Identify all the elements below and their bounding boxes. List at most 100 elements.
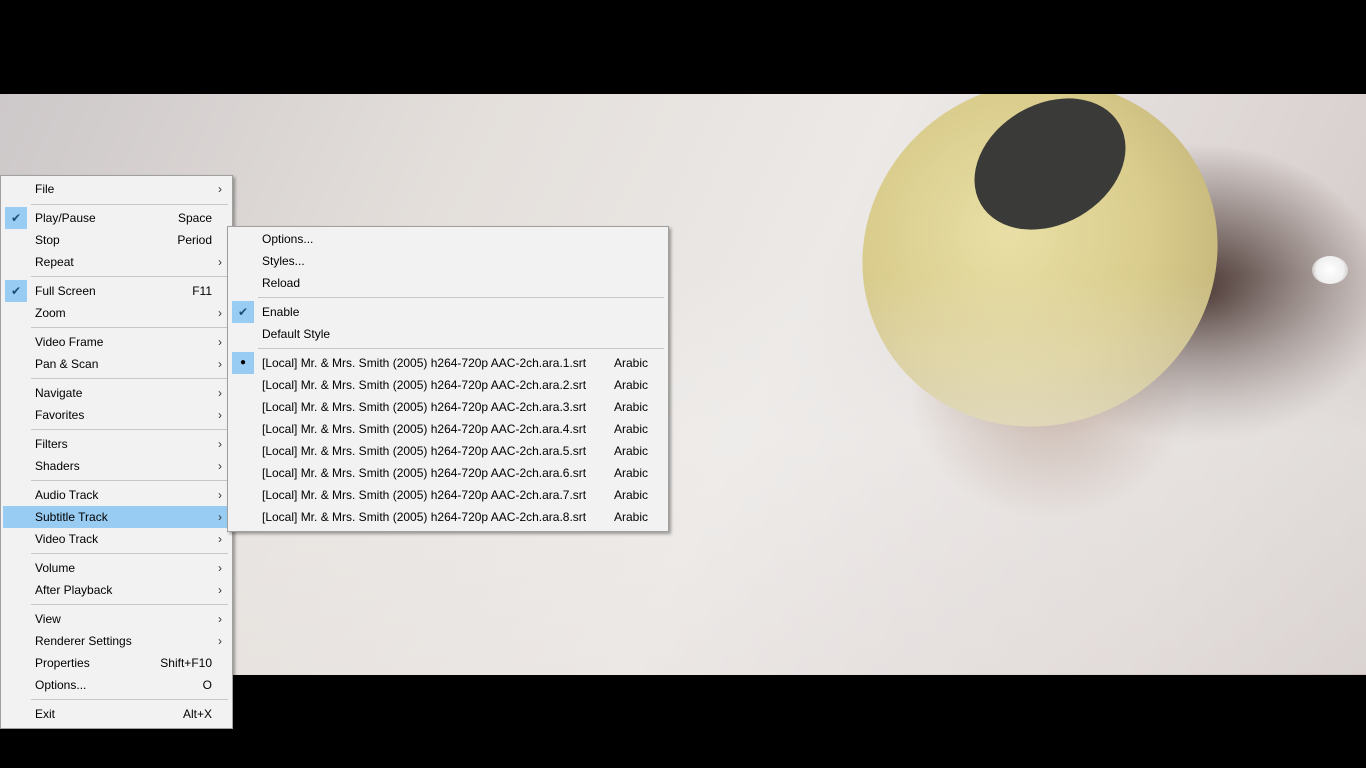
menu-item-shaders[interactable]: Shaders › [3,455,230,477]
menu-item-audio-track[interactable]: Audio Track › [3,484,230,506]
menu-item-after-playback[interactable]: After Playback › [3,579,230,601]
chevron-right-icon: › [218,182,222,196]
menu-item-shortcut: Shift+F10 [160,656,212,670]
subtitle-track-item[interactable]: [Local] Mr. & Mrs. Smith (2005) h264-720… [230,396,666,418]
menu-item-filters[interactable]: Filters › [3,433,230,455]
checkmark-icon: ✔ [232,301,254,323]
menu-item-view[interactable]: View › [3,608,230,630]
subtitle-track-name: [Local] Mr. & Mrs. Smith (2005) h264-720… [262,378,587,392]
subtitle-track-item[interactable]: [Local] Mr. & Mrs. Smith (2005) h264-720… [230,374,666,396]
menu-item-shortcut: Period [177,233,212,247]
menu-item-volume[interactable]: Volume › [3,557,230,579]
checkmark-icon: ✔ [5,280,27,302]
menu-item-label: Video Frame [35,335,104,349]
menu-item-label: Filters [35,437,68,451]
menu-separator [31,604,228,605]
submenu-item-styles[interactable]: Styles... [230,250,666,272]
menu-separator [31,327,228,328]
chevron-right-icon: › [218,408,222,422]
radio-bullet-icon: ● [232,352,254,374]
subtitle-track-item[interactable]: [Local] Mr. & Mrs. Smith (2005) h264-720… [230,506,666,528]
menu-separator [31,429,228,430]
menu-item-label: View [35,612,61,626]
menu-item-label: Default Style [262,327,331,341]
submenu-item-options[interactable]: Options... [230,228,666,250]
menu-item-label: Subtitle Track [35,510,108,524]
subtitle-track-language: Arabic [613,400,648,414]
menu-item-navigate[interactable]: Navigate › [3,382,230,404]
menu-item-video-track[interactable]: Video Track › [3,528,230,550]
menu-separator [31,553,228,554]
menu-item-subtitle-track[interactable]: Subtitle Track › [3,506,230,528]
subtitle-track-item[interactable]: [Local] Mr. & Mrs. Smith (2005) h264-720… [230,440,666,462]
submenu-item-reload[interactable]: Reload [230,272,666,294]
menu-item-shortcut: Alt+X [182,707,212,721]
subtitle-track-name: [Local] Mr. & Mrs. Smith (2005) h264-720… [262,510,587,524]
submenu-item-enable[interactable]: ✔ Enable [230,301,666,323]
subtitle-track-name: [Local] Mr. & Mrs. Smith (2005) h264-720… [262,444,587,458]
subtitle-track-item[interactable]: [Local] Mr. & Mrs. Smith (2005) h264-720… [230,462,666,484]
menu-item-label: Exit [35,707,56,721]
chevron-right-icon: › [218,532,222,546]
subtitle-track-name: [Local] Mr. & Mrs. Smith (2005) h264-720… [262,422,587,436]
menu-item-shortcut: F11 [192,284,212,298]
subtitle-track-item[interactable]: [Local] Mr. & Mrs. Smith (2005) h264-720… [230,484,666,506]
subtitle-track-name: [Local] Mr. & Mrs. Smith (2005) h264-720… [262,400,587,414]
menu-item-exit[interactable]: Exit Alt+X [3,703,230,725]
subtitle-track-name: [Local] Mr. & Mrs. Smith (2005) h264-720… [262,466,587,480]
menu-item-options[interactable]: Options... O [3,674,230,696]
menu-item-properties[interactable]: Properties Shift+F10 [3,652,230,674]
menu-item-label: Stop [35,233,60,247]
subtitle-track-language: Arabic [613,488,648,502]
menu-item-shortcut: O [202,678,212,692]
submenu-item-default-style[interactable]: Default Style [230,323,666,345]
menu-separator [31,699,228,700]
menu-item-pan-scan[interactable]: Pan & Scan › [3,353,230,375]
chevron-right-icon: › [218,612,222,626]
menu-item-label: Properties [35,656,90,670]
subtitle-track-language: Arabic [613,466,648,480]
menu-item-renderer-settings[interactable]: Renderer Settings › [3,630,230,652]
menu-item-label: File [35,182,55,196]
subtitle-track-item[interactable]: [Local] Mr. & Mrs. Smith (2005) h264-720… [230,418,666,440]
chevron-right-icon: › [218,386,222,400]
menu-separator [31,480,228,481]
menu-item-label: Navigate [35,386,83,400]
menu-item-favorites[interactable]: Favorites › [3,404,230,426]
menu-item-label: Favorites [35,408,85,422]
menu-item-stop[interactable]: Stop Period [3,229,230,251]
menu-item-zoom[interactable]: Zoom › [3,302,230,324]
chevron-right-icon: › [218,255,222,269]
subtitle-track-item[interactable]: ● [Local] Mr. & Mrs. Smith (2005) h264-7… [230,352,666,374]
menu-item-label: After Playback [35,583,113,597]
checkmark-icon: ✔ [5,207,27,229]
menu-item-shortcut: Space [177,211,212,225]
menu-item-full-screen[interactable]: ✔ Full Screen F11 [3,280,230,302]
subtitle-track-language: Arabic [613,510,648,524]
menu-item-label: Volume [35,561,76,575]
subtitle-track-name: [Local] Mr. & Mrs. Smith (2005) h264-720… [262,356,587,370]
menu-item-label: Audio Track [35,488,99,502]
chevron-right-icon: › [218,583,222,597]
subtitle-track-language: Arabic [613,378,648,392]
menu-item-label: Zoom [35,306,66,320]
menu-item-label: Repeat [35,255,74,269]
menu-item-label: Video Track [35,532,99,546]
subtitle-track-language: Arabic [613,444,648,458]
menu-item-label: Play/Pause [35,211,96,225]
menu-separator [258,297,664,298]
menu-item-label: Enable [262,305,300,319]
menu-item-video-frame[interactable]: Video Frame › [3,331,230,353]
menu-separator [258,348,664,349]
chevron-right-icon: › [218,488,222,502]
menu-item-label: Shaders [35,459,80,473]
subtitle-track-language: Arabic [613,422,648,436]
menu-item-label: Options... [262,232,314,246]
menu-item-label: Reload [262,276,301,290]
chevron-right-icon: › [218,357,222,371]
menu-item-label: Styles... [262,254,305,268]
chevron-right-icon: › [218,437,222,451]
menu-item-repeat[interactable]: Repeat › [3,251,230,273]
menu-item-file[interactable]: File › [3,178,230,200]
menu-item-play-pause[interactable]: ✔ Play/Pause Space [3,207,230,229]
